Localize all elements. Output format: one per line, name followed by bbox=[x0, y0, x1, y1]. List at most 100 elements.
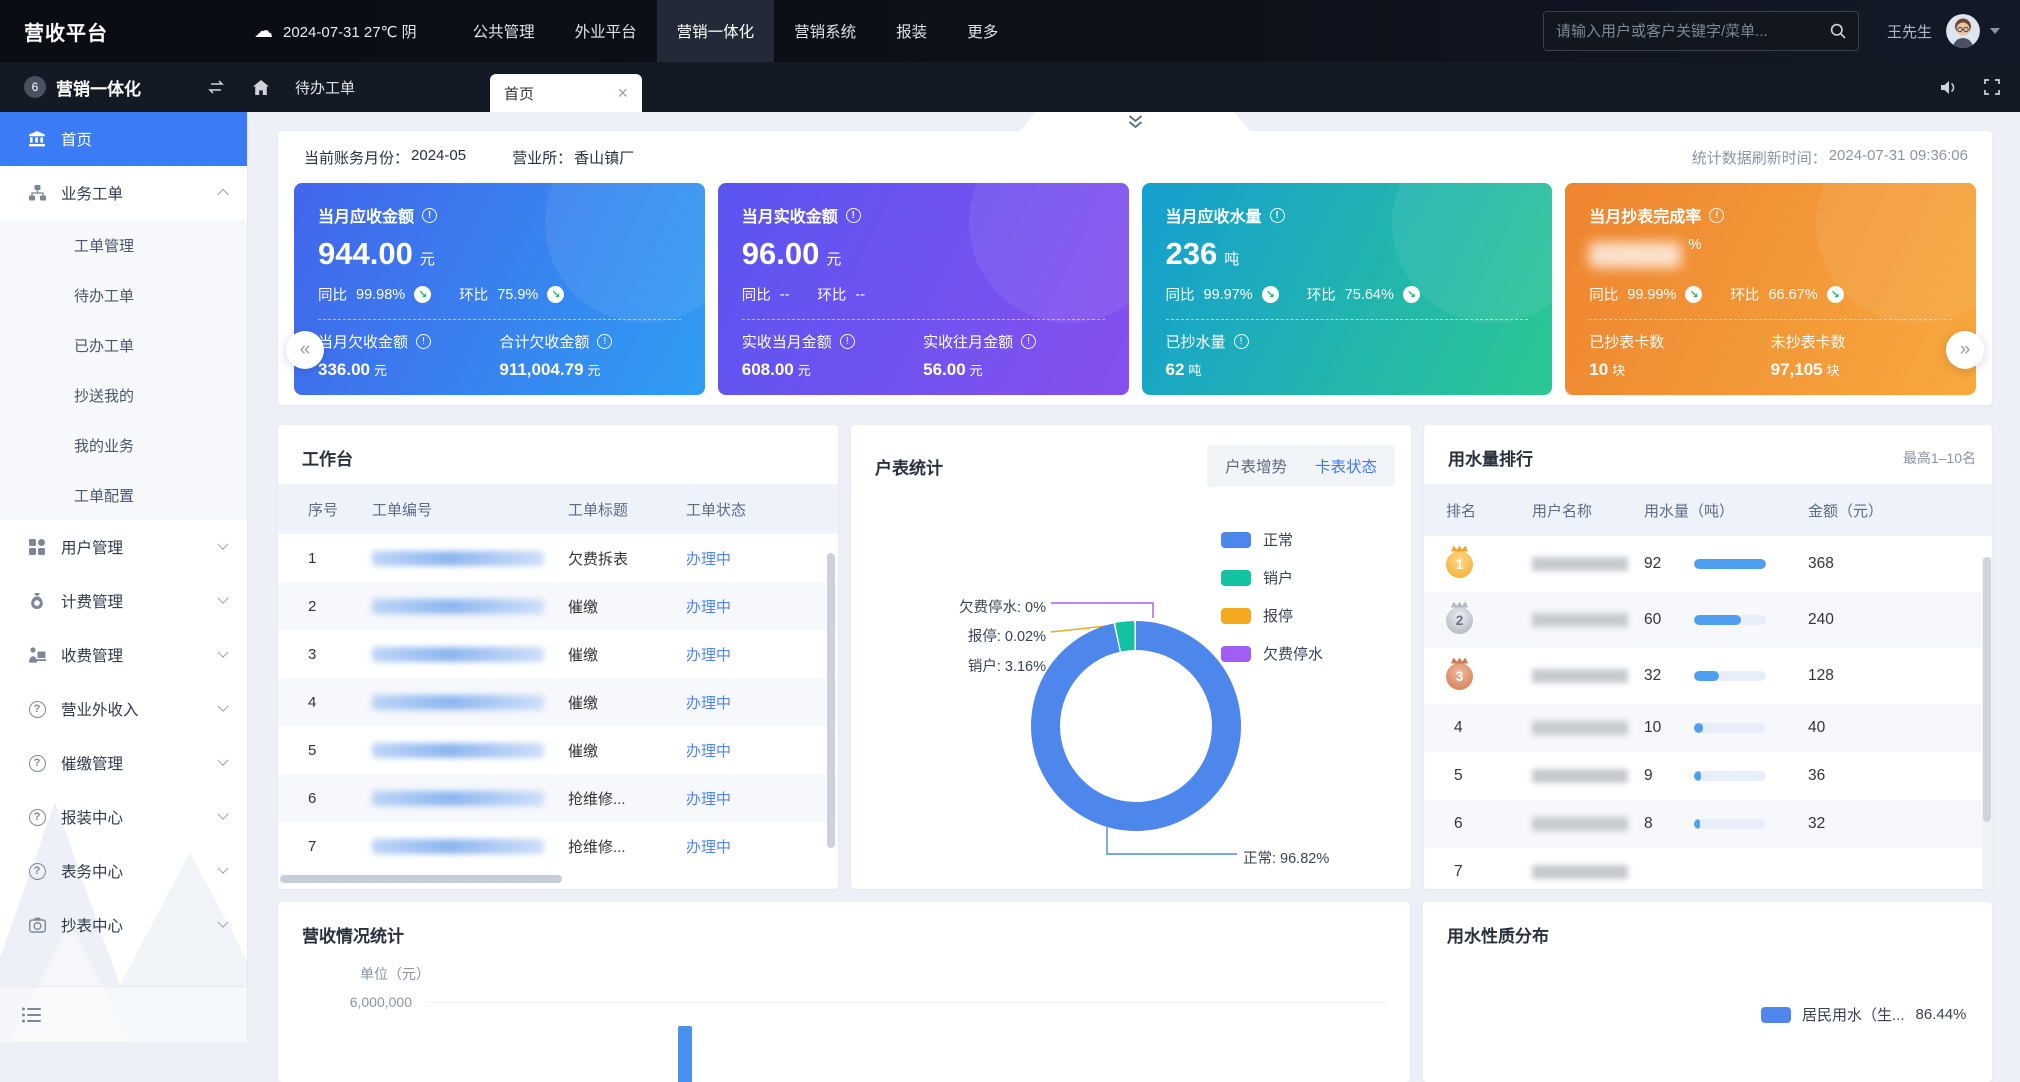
sidebar-item-install-center[interactable]: 报装中心 bbox=[0, 790, 247, 844]
sidebar-subitem-cc-me[interactable]: 抄送我的 bbox=[0, 370, 247, 420]
menu-item-marketing-integrated[interactable]: 营销一体化 bbox=[657, 0, 775, 62]
workbench-panel: 工作台 序号 工单编号 工单标题 工单状态 1欠费拆表办理中 2催缴办理中 3催… bbox=[278, 425, 838, 889]
vertical-scrollbar[interactable] bbox=[1983, 557, 1991, 822]
sidebar-subitem-my-business[interactable]: 我的业务 bbox=[0, 420, 247, 470]
mom-label: 环比 bbox=[459, 284, 488, 305]
status-link[interactable]: 办理中 bbox=[686, 740, 838, 761]
sub-metric-label: 实收往月金额 bbox=[923, 331, 1013, 352]
app-tabbar: 营销一体化 待办工单 首页 bbox=[0, 62, 2020, 112]
vertical-scrollbar[interactable] bbox=[827, 553, 835, 848]
sidebar-item-billing-mgmt[interactable]: 计费管理 bbox=[0, 574, 247, 628]
user-name: 王先生 bbox=[1887, 21, 1932, 42]
masked-order-no bbox=[372, 695, 544, 710]
list-item: 2 60 240 bbox=[1424, 592, 1992, 648]
table-header: 排名 用户名称 用水量（吨） 金额（元） bbox=[1424, 484, 1992, 536]
sidebar-subitem-done-orders[interactable]: 已办工单 bbox=[0, 320, 247, 370]
yoy-label: 同比 bbox=[742, 284, 771, 305]
info-icon[interactable] bbox=[840, 334, 855, 349]
close-icon[interactable] bbox=[617, 84, 628, 103]
avatar[interactable] bbox=[1946, 14, 1980, 48]
info-icon[interactable] bbox=[597, 334, 612, 349]
card-received-amount: 当月实收金额 96.00元 同比-- 环比-- 实收当月金额 608.00元 实… bbox=[718, 183, 1129, 395]
sub-metric-label: 已抄表卡数 bbox=[1589, 331, 1664, 352]
info-icon[interactable] bbox=[846, 208, 861, 223]
status-link[interactable]: 办理中 bbox=[686, 788, 838, 809]
card-title: 当月应收金额 bbox=[318, 203, 414, 227]
menu-list-icon[interactable] bbox=[22, 1007, 42, 1023]
search-icon[interactable] bbox=[1830, 23, 1846, 39]
sub-metric-value: 336.00 bbox=[318, 360, 370, 379]
account-month-label: 当前账务月份： bbox=[304, 147, 409, 168]
status-link[interactable]: 办理中 bbox=[686, 596, 838, 617]
sidebar-item-meter-affairs[interactable]: 表务中心 bbox=[0, 844, 247, 898]
sidebar-item-label: 营业外收入 bbox=[61, 698, 139, 720]
switch-app-icon[interactable] bbox=[207, 80, 225, 94]
tab-home[interactable]: 首页 bbox=[490, 74, 642, 112]
chevron-down-icon bbox=[217, 917, 228, 928]
info-icon[interactable] bbox=[416, 334, 431, 349]
home-icon[interactable] bbox=[253, 80, 269, 95]
info-icon[interactable] bbox=[1234, 334, 1249, 349]
horizontal-scrollbar[interactable] bbox=[280, 875, 562, 883]
axis-unit-label: 单位（元） bbox=[360, 964, 430, 984]
sidebar-item-fee-mgmt[interactable]: 收费管理 bbox=[0, 628, 247, 682]
info-icon[interactable] bbox=[1021, 334, 1036, 349]
yoy-label: 同比 bbox=[1166, 284, 1195, 305]
sidebar-item-work-orders[interactable]: 业务工单 bbox=[0, 166, 247, 220]
collapse-panel-button[interactable] bbox=[1020, 112, 1250, 131]
global-search bbox=[1543, 11, 1859, 51]
table-row: 4催缴办理中 bbox=[278, 678, 838, 726]
sidebar-item-user-mgmt[interactable]: 用户管理 bbox=[0, 520, 247, 574]
menu-item-marketing-system[interactable]: 营销系统 bbox=[774, 0, 876, 62]
tab-meter-growth[interactable]: 户表增势 bbox=[1225, 455, 1287, 477]
quick-link-todo[interactable]: 待办工单 bbox=[295, 77, 355, 98]
panel-title: 用水量排行 bbox=[1448, 445, 1533, 470]
nature-legend-item: 居民用水（生... 86.44% bbox=[1761, 1004, 1966, 1025]
sidebar-item-label: 计费管理 bbox=[61, 590, 123, 612]
sidebar-subitem-todo-orders[interactable]: 待办工单 bbox=[0, 270, 247, 320]
office-value: 香山镇厂 bbox=[574, 147, 634, 168]
masked-order-no bbox=[372, 791, 544, 806]
sidebar-item-meter-reading[interactable]: 抄表中心 bbox=[0, 898, 247, 952]
mom-value: 75.64% bbox=[1345, 287, 1394, 303]
masked-order-no bbox=[372, 599, 544, 614]
info-icon[interactable] bbox=[422, 208, 437, 223]
table-row: 3催缴办理中 bbox=[278, 630, 838, 678]
sub-metric-value: 608.00 bbox=[742, 360, 794, 379]
usage-bar bbox=[1694, 819, 1766, 829]
status-link[interactable]: 办理中 bbox=[686, 548, 838, 569]
carousel-prev-button[interactable] bbox=[286, 331, 324, 369]
carousel-next-button[interactable] bbox=[1946, 331, 1984, 369]
fullscreen-icon[interactable] bbox=[1984, 79, 2000, 95]
meter-icon bbox=[26, 917, 48, 933]
status-link[interactable]: 办理中 bbox=[686, 836, 838, 857]
sidebar-subitem-order-mgmt[interactable]: 工单管理 bbox=[0, 220, 247, 270]
info-icon[interactable] bbox=[1709, 208, 1724, 223]
menu-item-more[interactable]: 更多 bbox=[947, 0, 1018, 62]
usage-bar bbox=[1694, 615, 1766, 625]
user-menu-caret-icon[interactable] bbox=[1990, 28, 2000, 34]
masked-value bbox=[1589, 242, 1681, 268]
legend-label: 居民用水（生... bbox=[1802, 1004, 1905, 1025]
sidebar-item-label: 抄表中心 bbox=[61, 914, 123, 936]
info-icon[interactable] bbox=[1270, 208, 1285, 223]
top-menu: 公共管理 外业平台 营销一体化 营销系统 报装 更多 bbox=[453, 0, 1019, 62]
brand-title: 营收平台 bbox=[24, 17, 108, 46]
volume-icon[interactable] bbox=[1941, 80, 1958, 95]
panel-title: 营收情况统计 bbox=[302, 922, 1386, 947]
sidebar-subitem-order-config[interactable]: 工单配置 bbox=[0, 470, 247, 520]
menu-item-install[interactable]: 报装 bbox=[876, 0, 947, 62]
menu-item-field[interactable]: 外业平台 bbox=[555, 0, 657, 62]
sidebar-item-home[interactable]: 首页 bbox=[0, 112, 247, 166]
sidebar-item-collection-mgmt[interactable]: 催缴管理 bbox=[0, 736, 247, 790]
card-unit: 吨 bbox=[1224, 248, 1239, 269]
status-link[interactable]: 办理中 bbox=[686, 692, 838, 713]
sidebar-item-nonop-income[interactable]: 营业外收入 bbox=[0, 682, 247, 736]
legend-swatch bbox=[1221, 608, 1251, 624]
card-value: 236 bbox=[1166, 236, 1218, 272]
tab-card-status[interactable]: 卡表状态 bbox=[1315, 455, 1377, 477]
menu-item-public[interactable]: 公共管理 bbox=[453, 0, 555, 62]
search-input[interactable] bbox=[1556, 23, 1822, 40]
trend-down-icon bbox=[1685, 286, 1702, 303]
status-link[interactable]: 办理中 bbox=[686, 644, 838, 665]
